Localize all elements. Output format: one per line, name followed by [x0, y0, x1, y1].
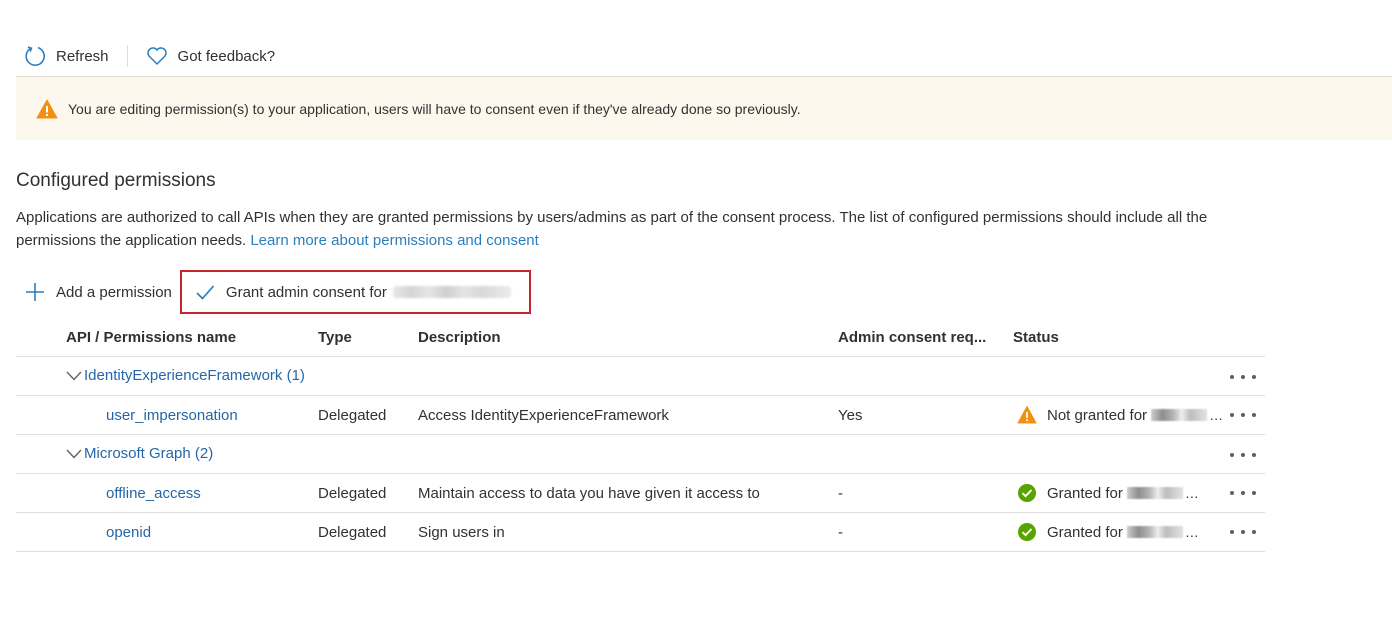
column-header-description[interactable]: Description [418, 329, 501, 346]
warning-banner: You are editing permission(s) to your ap… [16, 76, 1392, 140]
check-circle-icon [1018, 484, 1036, 502]
permissions-table: API / Permissions name Type Description … [16, 318, 1265, 552]
section-description: Applications are authorized to call APIs… [16, 206, 1276, 252]
permission-description: Sign users in [418, 523, 505, 541]
command-bar: Refresh Got feedback? [16, 40, 283, 72]
permission-name-link[interactable]: user_impersonation [106, 407, 238, 424]
group-toggle[interactable]: Microsoft Graph (2) [66, 445, 213, 462]
status-badge: Not granted for … [1017, 405, 1223, 425]
checkmark-icon [196, 285, 215, 300]
feedback-label: Got feedback? [177, 47, 276, 65]
more-icon[interactable] [1230, 405, 1256, 425]
redacted-tenant-name [392, 286, 511, 298]
table-header: API / Permissions name Type Description … [16, 318, 1265, 357]
column-header-type[interactable]: Type [318, 329, 352, 346]
warning-icon [36, 99, 58, 118]
column-header-status[interactable]: Status [1013, 329, 1059, 346]
more-icon[interactable] [1230, 483, 1256, 503]
column-header-admin-consent[interactable]: Admin consent req... [838, 329, 986, 346]
status-badge: Granted for … [1017, 483, 1199, 503]
group-name: Microsoft Graph (2) [84, 445, 214, 462]
more-icon[interactable] [1230, 367, 1256, 387]
table-row: openid Delegated Sign users in - Granted… [16, 513, 1265, 552]
plus-icon [26, 283, 44, 301]
warning-icon [1017, 406, 1037, 424]
add-permission-button[interactable]: Add a permission [16, 270, 180, 314]
section-title: Configured permissions [16, 170, 216, 191]
add-permission-label: Add a permission [56, 283, 172, 301]
grant-admin-consent-label: Grant admin consent for [225, 283, 387, 301]
refresh-label: Refresh [56, 47, 109, 65]
permission-type: Delegated [318, 484, 387, 502]
truncation-ellipsis: … [1184, 524, 1199, 540]
truncation-ellipsis: … [1209, 407, 1224, 423]
permission-actions: Add a permission Grant admin consent for [16, 270, 531, 314]
warning-message: You are editing permission(s) to your ap… [68, 100, 801, 117]
status-text: Not granted for [1047, 406, 1148, 424]
redacted-tenant-name [1126, 487, 1183, 499]
redacted-tenant-name [1126, 526, 1183, 538]
status-text: Granted for [1047, 523, 1123, 541]
group-row: IdentityExperienceFramework (1) [16, 357, 1265, 396]
command-separator [126, 45, 128, 67]
heart-icon [146, 47, 167, 65]
refresh-button[interactable]: Refresh [16, 40, 117, 72]
refresh-icon [25, 46, 45, 66]
chevron-down-icon [66, 371, 82, 380]
admin-consent-required: Yes [838, 406, 863, 424]
redacted-tenant-name [1151, 409, 1208, 421]
description-text: Applications are authorized to call APIs… [16, 209, 1208, 249]
permission-type: Delegated [318, 406, 387, 424]
group-name: IdentityExperienceFramework (1) [84, 367, 305, 384]
permission-description: Access IdentityExperienceFramework [418, 406, 669, 424]
learn-more-link[interactable]: Learn more about permissions and consent [250, 232, 539, 249]
feedback-button[interactable]: Got feedback? [138, 40, 284, 72]
more-icon[interactable] [1230, 522, 1256, 542]
table-row: offline_access Delegated Maintain access… [16, 474, 1265, 513]
grant-admin-consent-button[interactable]: Grant admin consent for [179, 270, 531, 314]
check-circle-icon [1018, 523, 1036, 541]
chevron-down-icon [66, 449, 82, 458]
permission-type: Delegated [318, 523, 387, 541]
more-icon[interactable] [1230, 445, 1256, 465]
group-row: Microsoft Graph (2) [16, 435, 1265, 474]
column-header-name[interactable]: API / Permissions name [66, 329, 236, 346]
status-badge: Granted for … [1017, 522, 1199, 542]
group-toggle[interactable]: IdentityExperienceFramework (1) [66, 367, 305, 384]
status-text: Granted for [1047, 484, 1123, 502]
permission-name-link[interactable]: openid [106, 524, 151, 541]
truncation-ellipsis: … [1184, 485, 1199, 501]
permission-description: Maintain access to data you have given i… [418, 484, 760, 502]
table-row: user_impersonation Delegated Access Iden… [16, 396, 1265, 435]
admin-consent-required: - [838, 523, 843, 541]
permission-name-link[interactable]: offline_access [106, 485, 201, 502]
admin-consent-required: - [838, 484, 843, 502]
